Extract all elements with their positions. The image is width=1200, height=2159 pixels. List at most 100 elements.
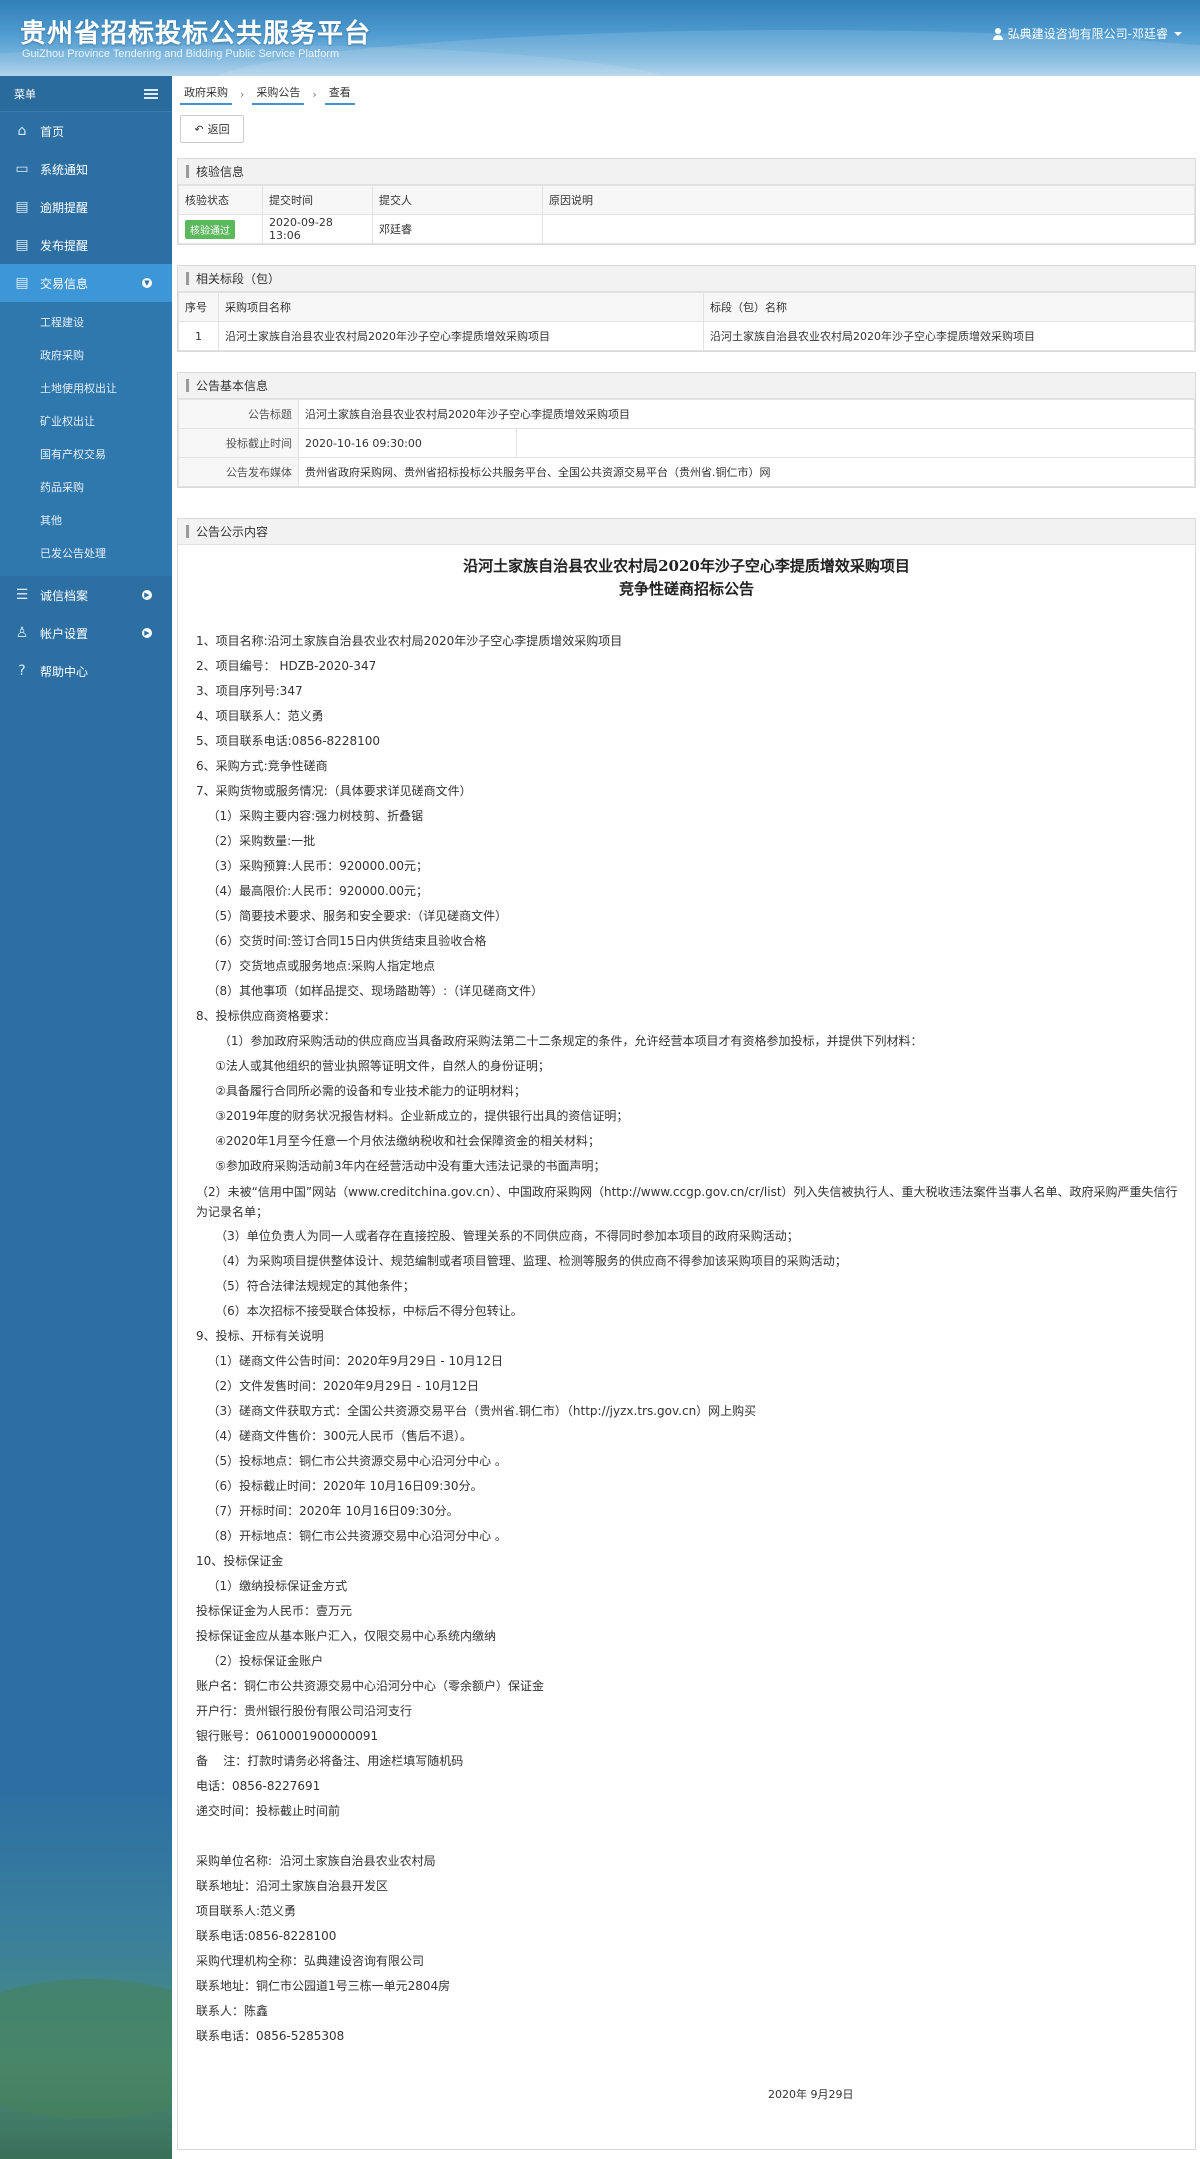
sidebar-item-label: 系统通知 xyxy=(40,162,89,177)
sidebar-item-label: 发布提醒 xyxy=(40,238,89,253)
folder-icon: ▤ xyxy=(15,199,29,215)
notice-line: 7、采购货物或服务情况:（具体要求详见磋商文件） xyxy=(196,784,472,798)
panel-header: 相关标段（包） xyxy=(178,266,1195,292)
sidebar-item-label: 帮助中心 xyxy=(40,664,89,679)
table-cell: 2020-09-28 13:06 xyxy=(262,214,373,244)
table-row: 公告发布媒体 贵州省政府采购网、贵州省招标投标公共服务平台、全国公共资源交易平台… xyxy=(178,457,1195,487)
field-label: 投标截止时间 xyxy=(178,428,299,458)
notice-line: 电话：0856-8227691 xyxy=(196,1779,321,1793)
hamburger-icon[interactable] xyxy=(144,88,158,99)
verify-table: 核验状态 提交时间 提交人 原因说明 核验通过 2020-09-28 13:06… xyxy=(178,185,1195,244)
notice-line: （4）最高限价:人民币：920000.00元； xyxy=(196,884,429,898)
field-value: 沿河土家族自治县农业农村局2020年沙子空心李提质增效采购项目 xyxy=(298,399,1195,429)
sidebar-decoration xyxy=(0,1979,172,2119)
notice-line: 联系地址：铜仁市公园道1号三栋一单元2804房 xyxy=(196,1979,451,1993)
caret-down-icon xyxy=(1174,31,1182,36)
user-icon xyxy=(992,27,1004,40)
panel-title: 核验信息 xyxy=(196,165,245,179)
panel-header: 公告公示内容 xyxy=(178,519,1195,545)
notice-line: （8）其他事项（如样品提交、现场踏勘等）:（详见磋商文件） xyxy=(196,984,544,998)
notice-line: 4、项目联系人：范义勇 xyxy=(196,709,324,723)
notice-line: （7）开标时间：2020年 10月16日09:30分。 xyxy=(196,1504,459,1518)
submenu-item[interactable]: 政府采购 xyxy=(0,339,172,372)
submenu-item[interactable]: 药品采购 xyxy=(0,471,172,504)
notice-line: 银行账号：0610001900000091 xyxy=(196,1729,379,1743)
table-header: 采购项目名称 xyxy=(218,292,704,322)
platform-subtitle: GuiZhou Province Tendering and Bidding P… xyxy=(22,48,340,60)
notice-line: 采购单位名称: 沿河土家族自治县农业农村局 xyxy=(196,1854,436,1868)
status-badge: 核验通过 xyxy=(185,219,235,239)
panel-title: 公告基本信息 xyxy=(196,379,269,393)
sidebar-item-home[interactable]: ⌂ 首页 xyxy=(0,112,172,150)
sidebar-item-overdue[interactable]: ▤ 逾期提醒 xyxy=(0,188,172,226)
notice-title-line-1: 沿河土家族自治县农业农村局2020年沙子空心李提质增效采购项目 xyxy=(463,557,910,575)
sidebar-item-notifications[interactable]: ▭ 系统通知 xyxy=(0,150,172,188)
notice-line xyxy=(196,1824,1181,1849)
submenu-item[interactable]: 其他 xyxy=(0,504,172,537)
notice-line: 联系人：陈鑫 xyxy=(196,2004,269,2018)
sidebar-item-credit[interactable]: ☰ 诚信档案 ▶ xyxy=(0,576,172,614)
basic-info-panel: 公告基本信息 公告标题 沿河土家族自治县农业农村局2020年沙子空心李提质增效采… xyxy=(177,372,1196,488)
menu-header: 菜单 xyxy=(0,76,172,112)
table-header: 原因说明 xyxy=(542,185,1195,215)
notice-line: ①法人或其他组织的营业执照等证明文件，自然人的身份证明； xyxy=(196,1059,550,1073)
folder-icon: ▤ xyxy=(15,275,29,291)
submenu-item[interactable]: 矿业权出让 xyxy=(0,405,172,438)
notice-line: 投标保证金为人民币：壹万元 xyxy=(196,1604,353,1618)
menu-label: 菜单 xyxy=(14,87,36,101)
notice-line: （2）采购数量:一批 xyxy=(196,834,316,848)
submenu-item[interactable]: 工程建设 xyxy=(0,306,172,339)
sidebar-item-account[interactable]: ♙ 帐户设置 ▶ xyxy=(0,614,172,652)
notice-line: 6、采购方式:竞争性磋商 xyxy=(196,759,328,773)
table-row: 1 沿河土家族自治县农业农村局2020年沙子空心李提质增效采购项目 沿河土家族自… xyxy=(178,321,1195,351)
panel-header: 公告基本信息 xyxy=(178,373,1195,399)
sidebar-item-label: 帐户设置 xyxy=(40,626,89,641)
notice-line: 联系电话：0856-5285308 xyxy=(196,2029,345,2043)
verify-panel: 核验信息 核验状态 提交时间 提交人 原因说明 核验通过 2020-09-28 … xyxy=(177,158,1196,245)
table-cell xyxy=(542,214,1195,244)
sections-table: 序号 采购项目名称 标段（包）名称 1 沿河土家族自治县农业农村局2020年沙子… xyxy=(178,292,1195,351)
notice-line: （1）参加政府采购活动的供应商应当具备政府采购法第二十二条规定的条件，允许经营本… xyxy=(196,1034,923,1048)
notice-title-line-2: 竞争性磋商招标公告 xyxy=(618,580,754,598)
sidebar-item-publish-reminder[interactable]: ▤ 发布提醒 xyxy=(0,226,172,264)
submenu-item[interactable]: 土地使用权出让 xyxy=(0,372,172,405)
back-button[interactable]: ↶ 返回 xyxy=(180,115,244,143)
user-name: 弘典建设咨询有限公司-邓廷睿 xyxy=(1007,27,1168,41)
field-value: 2020-10-16 09:30:00 xyxy=(298,428,517,458)
top-header: 贵州省招标投标公共服务平台 GuiZhou Province Tendering… xyxy=(0,0,1200,76)
user-icon: ♙ xyxy=(15,625,29,641)
submenu-item[interactable]: 已发公告处理 xyxy=(0,537,172,570)
notice-line: （6）交货时间:签订合同15日内供货结束且验收合格 xyxy=(196,934,487,948)
notice-line: 联系地址：沿河土家族自治县开发区 xyxy=(196,1879,389,1893)
folder-icon: ▤ xyxy=(15,237,29,253)
sidebar-item-transaction-info[interactable]: ▤ 交易信息 ▼ xyxy=(0,264,172,302)
table-header: 提交时间 xyxy=(262,185,373,215)
notice-line: 账户名：铜仁市公共资源交易中心沿河分中心（零余额户）保证金 xyxy=(196,1679,545,1693)
breadcrumb-item-current: 查看 xyxy=(324,84,355,105)
submenu-item[interactable]: 国有产权交易 xyxy=(0,438,172,471)
chevron-right-icon: › xyxy=(240,87,245,101)
back-label: 返回 xyxy=(207,123,230,136)
main-content: 政府采购 › 采购公告 › 查看 ↶ 返回 核验信息 核验状态 提交时间 提交人… xyxy=(172,76,1200,2159)
user-menu[interactable]: 弘典建设咨询有限公司-邓廷睿 xyxy=(992,25,1182,42)
notice-line: （8）开标地点：铜仁市公共资源交易中心沿河分中心 。 xyxy=(196,1529,507,1543)
field-label: 公告发布媒体 xyxy=(178,457,299,487)
notice-line: （1）磋商文件公告时间：2020年9月29日 - 10月12日 xyxy=(196,1354,504,1368)
sidebar-item-help[interactable]: ? 帮助中心 xyxy=(0,652,172,690)
notice-line: （4）为采购项目提供整体设计、规范编制或者项目管理、监理、检测等服务的供应商不得… xyxy=(196,1254,847,1268)
notice-content-panel: 公告公示内容 沿河土家族自治县农业农村局2020年沙子空心李提质增效采购项目 竞… xyxy=(177,518,1196,2150)
notice-date: 2020年 9月29日 xyxy=(768,2088,854,2101)
breadcrumb-item[interactable]: 采购公告 xyxy=(252,84,305,105)
table-header: 序号 xyxy=(178,292,219,322)
table-cell: 1 xyxy=(178,321,219,351)
notice-line: 联系电话:0856-8228100 xyxy=(196,1929,337,1943)
breadcrumb-item[interactable]: 政府采购 xyxy=(180,84,232,105)
notice-line: 3、项目序列号:347 xyxy=(196,684,303,698)
field-value-empty xyxy=(516,428,1195,458)
table-cell: 沿河土家族自治县农业农村局2020年沙子空心李提质增效采购项目 xyxy=(218,321,704,351)
platform-title: 贵州省招标投标公共服务平台 xyxy=(20,19,372,49)
chevron-right-icon: ▶ xyxy=(142,590,152,600)
panel-header: 核验信息 xyxy=(178,159,1195,185)
notice-line: 2、项目编号： HDZB-2020-347 xyxy=(196,659,377,673)
notice-line: ④2020年1月至今任意一个月依法缴纳税收和社会保障资金的相关材料； xyxy=(196,1134,601,1148)
